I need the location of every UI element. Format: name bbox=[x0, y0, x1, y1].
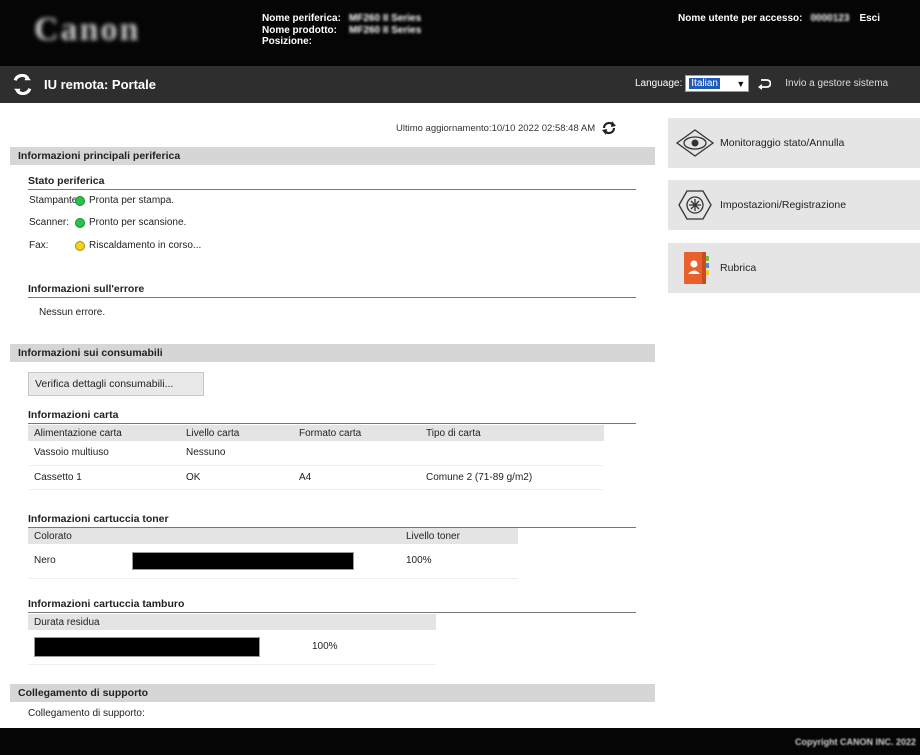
table-row: Nero 100% bbox=[28, 544, 518, 579]
chevron-down-icon: ▼ bbox=[736, 78, 746, 89]
table-row: 100% bbox=[28, 630, 436, 665]
toner-info-heading: Informazioni cartuccia toner bbox=[28, 513, 636, 528]
toner-level-track bbox=[132, 551, 354, 570]
error-text: Nessun errore. bbox=[39, 307, 106, 318]
fax-status-row: Fax: Riscaldamento in corso... bbox=[29, 240, 201, 251]
language-select[interactable]: Italian ▼ bbox=[685, 75, 750, 92]
status-monitor-button[interactable]: Monitoraggio stato/Annulla bbox=[668, 118, 920, 168]
drum-col-level bbox=[306, 614, 436, 630]
support-section: Collegamento di supporto bbox=[10, 684, 655, 702]
scanner-status: Pronto per scansione. bbox=[89, 217, 187, 228]
scanner-status-row: Scanner: Pronto per scansione. bbox=[29, 217, 186, 228]
device-info: Nome periferica: MF260 II Series Nome pro… bbox=[262, 13, 421, 48]
settings-button[interactable]: Impostazioni/Registrazione bbox=[668, 180, 920, 230]
paper-col-level: Livello carta bbox=[180, 425, 293, 441]
toner-col-color: Colorato bbox=[28, 528, 126, 544]
scanner-label: Scanner: bbox=[29, 217, 70, 228]
support-link-label: Collegamento di supporto: bbox=[28, 708, 145, 719]
settings-icon bbox=[672, 185, 718, 225]
drum-info-heading: Informazioni cartuccia tamburo bbox=[28, 598, 636, 613]
toner-bar-cell bbox=[126, 544, 400, 579]
device-status-heading: Stato periferica bbox=[28, 175, 636, 190]
paper-info-heading: Informazioni carta bbox=[28, 409, 636, 424]
paper-table: Alimentazione carta Livello carta Format… bbox=[28, 425, 604, 490]
eye-icon bbox=[672, 123, 718, 163]
user-info: Nome utente per accesso: 0000123 Esci bbox=[678, 13, 880, 24]
paper-size-cell: A4 bbox=[293, 465, 420, 490]
language-label: Language: bbox=[635, 78, 683, 89]
paper-size-cell bbox=[293, 441, 420, 466]
footer: Copyright CANON INC. 2022 bbox=[0, 728, 920, 755]
drum-table-header: Durata residua bbox=[28, 614, 436, 630]
device-name-value: MF260 II Series bbox=[348, 13, 422, 24]
paper-level-cell: Nessuno bbox=[180, 441, 293, 466]
brand-logo: Canon bbox=[34, 11, 141, 48]
paper-source-cell: Cassetto 1 bbox=[28, 465, 180, 490]
paper-level-cell: OK bbox=[180, 465, 293, 490]
paper-col-type: Tipo di carta bbox=[420, 425, 604, 441]
address-book-button[interactable]: Rubrica bbox=[668, 243, 920, 293]
printer-status: Pronta per stampa. bbox=[89, 195, 175, 206]
sysadmin-link[interactable]: Invio a gestore sistema bbox=[785, 78, 888, 89]
toner-color-cell: Nero bbox=[28, 544, 126, 579]
copyright-text: Copyright CANON INC. 2022 bbox=[794, 737, 916, 747]
product-name-value: MF260 II Series bbox=[349, 24, 422, 36]
drum-bar-cell bbox=[28, 630, 306, 665]
logout-link[interactable]: Esci bbox=[859, 13, 880, 24]
settings-label: Impostazioni/Registrazione bbox=[720, 199, 847, 211]
toner-col-level: Livello toner bbox=[400, 528, 518, 544]
fax-status: Riscaldamento in corso... bbox=[89, 240, 202, 251]
language-selected: Italian bbox=[689, 78, 720, 89]
refresh-icon[interactable] bbox=[601, 120, 617, 136]
login-user-value: 0000123 bbox=[810, 13, 850, 24]
error-info-heading: Informazioni sull'errore bbox=[28, 283, 636, 298]
toner-level-bar bbox=[133, 552, 353, 569]
page-title: IU remota: Portale bbox=[44, 77, 156, 92]
language-area: Language: Italian ▼ Invio a gestore sist… bbox=[635, 75, 888, 92]
toner-col-bar bbox=[126, 528, 400, 544]
address-book-icon bbox=[672, 248, 718, 288]
ready-status-icon bbox=[75, 217, 85, 228]
consumables-section: Informazioni sui consumabili bbox=[10, 344, 655, 362]
device-name-label: Nome periferica: bbox=[262, 13, 341, 24]
last-update: Ultimo aggiornamento:10/10 2022 02:58:48… bbox=[396, 120, 617, 136]
send-icon[interactable] bbox=[757, 77, 772, 91]
toner-level-cell: 100% bbox=[400, 544, 518, 579]
fax-label: Fax: bbox=[29, 240, 49, 251]
table-row: Cassetto 1 OK A4 Comune 2 (71-89 g/m2) bbox=[28, 465, 604, 490]
device-info-section: Informazioni principali periferica bbox=[10, 147, 655, 165]
paper-type-cell bbox=[420, 441, 604, 466]
login-user-label: Nome utente per accesso: bbox=[678, 13, 803, 24]
warming-status-icon bbox=[75, 240, 85, 251]
drum-level-bar bbox=[35, 637, 259, 656]
drum-table: Durata residua 100% bbox=[28, 614, 436, 665]
printer-status-row: Stampante: Pronta per stampa. bbox=[29, 195, 174, 206]
paper-col-size: Formato carta bbox=[293, 425, 420, 441]
location-label: Posizione: bbox=[262, 36, 313, 47]
remote-ui-icon bbox=[13, 74, 32, 95]
status-monitor-label: Monitoraggio stato/Annulla bbox=[720, 137, 845, 149]
paper-col-source: Alimentazione carta bbox=[28, 425, 180, 441]
check-consumables-button[interactable]: Verifica dettagli consumabili... bbox=[28, 372, 204, 396]
drum-level-track bbox=[34, 636, 260, 657]
paper-type-cell: Comune 2 (71-89 g/m2) bbox=[420, 465, 604, 490]
top-header: Canon Nome periferica: MF260 II Series No… bbox=[0, 0, 920, 66]
last-update-text: Ultimo aggiornamento:10/10 2022 02:58:48… bbox=[396, 122, 596, 134]
toner-table: Colorato Livello toner Nero 100% bbox=[28, 528, 518, 579]
address-book-label: Rubrica bbox=[720, 262, 757, 274]
drum-level-cell: 100% bbox=[306, 630, 436, 665]
toner-table-header: Colorato Livello toner bbox=[28, 528, 518, 544]
title-bar: IU remota: Portale Language: Italian ▼ I… bbox=[0, 66, 920, 103]
paper-table-header: Alimentazione carta Livello carta Format… bbox=[28, 425, 604, 441]
product-name-label: Nome prodotto: bbox=[262, 24, 337, 36]
printer-label: Stampante: bbox=[29, 195, 81, 206]
drum-col-remaining: Durata residua bbox=[28, 614, 306, 630]
paper-source-cell: Vassoio multiuso bbox=[28, 441, 180, 466]
ready-status-icon bbox=[75, 195, 85, 206]
table-row: Vassoio multiuso Nessuno bbox=[28, 441, 604, 466]
